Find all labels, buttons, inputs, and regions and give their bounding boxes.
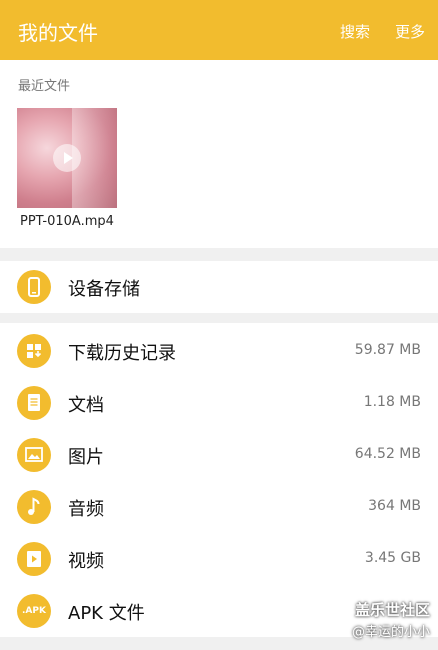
category-label: 文档 xyxy=(68,395,104,416)
document-icon xyxy=(17,386,51,420)
video-icon xyxy=(17,542,51,576)
category-size: 364 MB xyxy=(368,498,421,514)
watermark: 盖乐世社区 @幸运的小小 xyxy=(352,599,430,640)
apk-icon: .APK xyxy=(17,594,51,628)
storage-section: 设备存储 xyxy=(0,261,438,313)
category-size: 1.18 MB xyxy=(363,394,421,410)
category-list: 下载历史记录 59.87 MB 文档 1.18 MB 图片 64.52 MB 音… xyxy=(0,323,438,637)
category-size: 3.45 GB xyxy=(364,550,421,566)
category-label: 下载历史记录 xyxy=(68,343,176,364)
category-label: 图片 xyxy=(68,447,104,468)
page-title: 我的文件 xyxy=(18,21,98,45)
category-item-downloads[interactable]: 下载历史记录 59.87 MB xyxy=(0,325,438,377)
image-icon xyxy=(17,438,51,472)
recent-file-name: PPT-010A.mp4 xyxy=(20,214,114,229)
play-icon xyxy=(53,144,81,172)
more-button[interactable]: 更多 xyxy=(395,21,425,42)
category-size: 59.87 MB xyxy=(354,342,421,358)
category-label: 音频 xyxy=(68,499,104,520)
category-item-videos[interactable]: 视频 3.45 GB xyxy=(0,533,438,585)
category-label: APK 文件 xyxy=(68,603,145,624)
music-note-icon xyxy=(17,490,51,524)
device-storage-label: 设备存储 xyxy=(68,279,140,300)
search-button[interactable]: 搜索 xyxy=(340,21,370,42)
watermark-user: @幸运的小小 xyxy=(351,625,430,640)
recent-files-section: 最近文件 PPT-010A.mp4 xyxy=(0,60,438,248)
device-storage-item[interactable]: 设备存储 xyxy=(0,261,438,313)
category-item-audio[interactable]: 音频 364 MB xyxy=(0,481,438,533)
app-bar: 我的文件 搜索 更多 xyxy=(0,0,438,60)
phone-icon xyxy=(17,270,51,304)
download-history-icon xyxy=(17,334,51,368)
category-label: 视频 xyxy=(68,551,104,572)
recent-files-label: 最近文件 xyxy=(18,79,71,94)
video-thumbnail[interactable] xyxy=(17,108,117,208)
category-item-images[interactable]: 图片 64.52 MB xyxy=(0,429,438,481)
watermark-community: 盖乐世社区 xyxy=(354,601,430,619)
category-item-documents[interactable]: 文档 1.18 MB xyxy=(0,377,438,429)
category-size: 64.52 MB xyxy=(354,446,421,462)
